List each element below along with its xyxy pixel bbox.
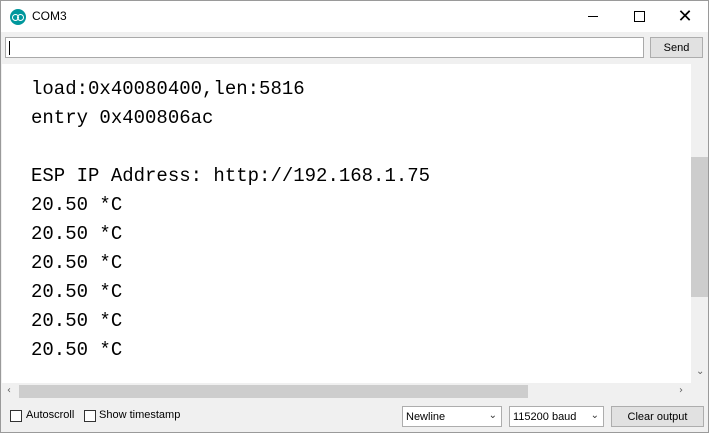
- line-ending-value: Newline: [406, 410, 446, 423]
- baud-rate-select[interactable]: 115200 baud ⌄: [509, 406, 604, 427]
- send-button[interactable]: Send: [650, 37, 703, 58]
- scrollbar-corner: [691, 383, 708, 400]
- scroll-down-icon[interactable]: ⌄: [696, 366, 704, 377]
- output-line: 20.50 *C: [31, 252, 123, 274]
- close-icon: ✕: [677, 5, 693, 27]
- serial-input[interactable]: [5, 37, 644, 58]
- clear-output-button[interactable]: Clear output: [611, 406, 704, 427]
- autoscroll-checkbox[interactable]: [10, 410, 22, 422]
- show-timestamp-checkbox[interactable]: [84, 410, 96, 422]
- output-line: 20.50 *C: [31, 310, 123, 332]
- output-line: entry 0x400806ac: [31, 107, 214, 129]
- output-line: 20.50 *C: [31, 223, 123, 245]
- bottom-bar: Autoscroll Show timestamp Newline ⌄ 1152…: [1, 400, 708, 432]
- scroll-left-icon[interactable]: ‹: [7, 385, 11, 396]
- output-lines: load:0x40080400,len:5816 entry 0x400806ac…: [31, 77, 430, 367]
- maximize-button[interactable]: [616, 1, 662, 32]
- output-line: 20.50 *C: [31, 339, 123, 361]
- horizontal-scroll-thumb[interactable]: [19, 385, 528, 398]
- baud-rate-value: 115200 baud: [513, 410, 577, 423]
- output-line: load:0x40080400,len:5816: [31, 78, 305, 100]
- output-line: ESP IP Address: http://192.168.1.75: [31, 165, 431, 187]
- minimize-button[interactable]: [570, 1, 616, 32]
- vertical-scrollbar[interactable]: ⌄: [691, 64, 708, 383]
- show-timestamp-label[interactable]: Show timestamp: [99, 409, 180, 421]
- close-button[interactable]: ✕: [662, 1, 708, 32]
- text-caret: [9, 41, 10, 55]
- minimize-icon: [588, 16, 598, 17]
- serial-monitor-window: COM3 ✕ Send load:0x40080400,len:5816 entr…: [0, 0, 709, 433]
- chevron-down-icon: ⌄: [488, 410, 497, 421]
- autoscroll-label[interactable]: Autoscroll: [26, 409, 74, 421]
- input-row: Send: [1, 32, 708, 63]
- serial-output[interactable]: load:0x40080400,len:5816 entry 0x400806ac…: [2, 64, 691, 383]
- line-ending-select[interactable]: Newline ⌄: [402, 406, 502, 427]
- vertical-scroll-thumb[interactable]: [691, 157, 708, 297]
- horizontal-scrollbar[interactable]: ‹ ›: [2, 383, 691, 400]
- output-line: 20.50 *C: [31, 194, 123, 216]
- chevron-down-icon: ⌄: [590, 410, 599, 421]
- maximize-icon: [633, 11, 645, 22]
- title-bar: COM3 ✕: [1, 1, 708, 32]
- scroll-right-icon[interactable]: ›: [679, 385, 683, 396]
- output-line: 20.50 *C: [31, 281, 123, 303]
- arduino-logo-icon: [10, 9, 26, 25]
- window-title: COM3: [32, 9, 67, 23]
